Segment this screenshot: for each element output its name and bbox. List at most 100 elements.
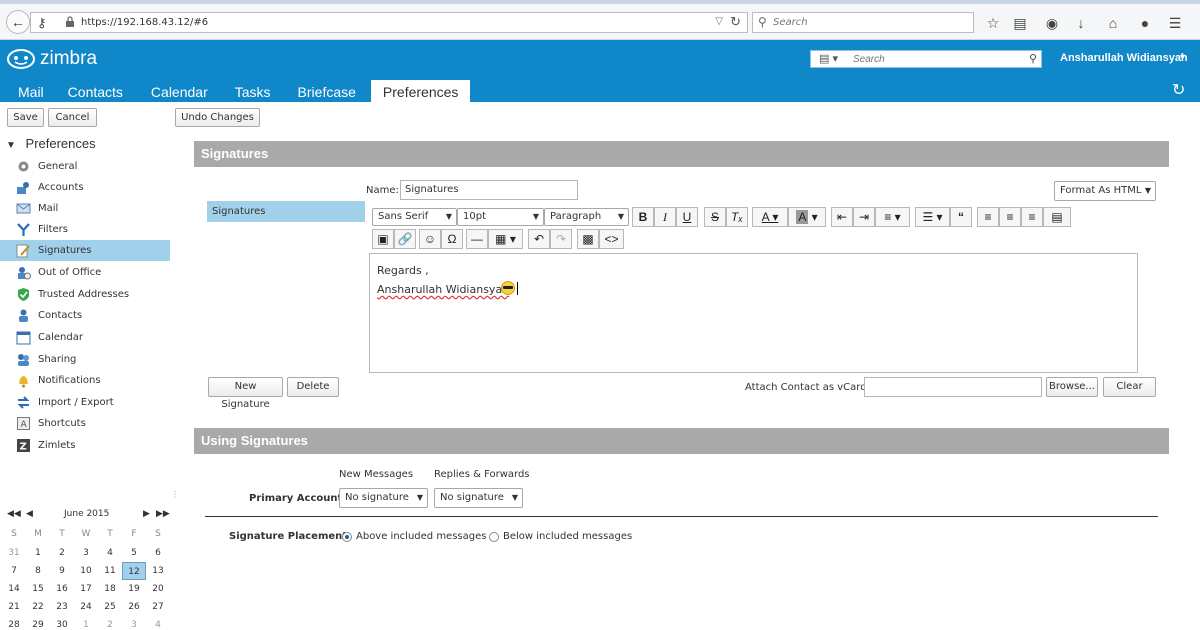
tab-calendar[interactable]: Calendar <box>135 80 220 102</box>
pocket-icon[interactable]: ◉ <box>1043 14 1061 32</box>
calendar-day[interactable]: 10 <box>74 562 98 580</box>
tab-mail[interactable]: Mail <box>0 80 56 102</box>
url-dropdown-icon[interactable]: ▽ <box>715 16 723 27</box>
redo-icon[interactable]: ↷ <box>550 229 572 249</box>
new-messages-signature-select[interactable]: No signature ▼ <box>339 488 428 508</box>
calendar-day[interactable]: 5 <box>122 544 146 562</box>
calendar-day[interactable]: 19 <box>122 580 146 598</box>
source-code-icon[interactable]: <> <box>599 229 624 249</box>
calendar-day[interactable]: 8 <box>26 562 50 580</box>
calendar-day[interactable]: 24 <box>74 598 98 616</box>
vcard-input[interactable] <box>864 377 1042 397</box>
link-icon[interactable]: 🔗 <box>394 229 416 249</box>
chat-icon[interactable]: ● <box>1136 14 1154 32</box>
below-label[interactable]: Below included messages <box>503 531 632 542</box>
new-signature-button[interactable]: New Signature <box>208 377 283 410</box>
calendar-day[interactable]: 4 <box>146 616 170 630</box>
undo-icon[interactable]: ↶ <box>528 229 550 249</box>
sidebar-item-contacts[interactable]: Contacts <box>0 305 170 326</box>
bold-icon[interactable]: B <box>632 207 654 227</box>
back-icon[interactable]: ← <box>6 10 30 34</box>
calendar-day[interactable]: 14 <box>2 580 26 598</box>
calendar-day[interactable]: 26 <box>122 598 146 616</box>
format-select[interactable]: Format As HTML ▼ <box>1054 181 1156 201</box>
font-size-select[interactable]: 10pt ▼ <box>457 208 544 226</box>
undo-changes-button[interactable]: Undo Changes <box>175 108 260 127</box>
browser-search-box[interactable]: ⚲ <box>752 12 974 33</box>
signature-name-input[interactable]: Signatures <box>400 180 578 200</box>
sidebar-item-trusted-addresses[interactable]: Trusted Addresses <box>0 284 170 305</box>
search-type-select-icon[interactable]: ▤ ▾ <box>819 52 838 65</box>
bookmark-star-icon[interactable]: ☆ <box>984 14 1002 32</box>
tab-tasks[interactable]: Tasks <box>220 80 283 102</box>
indent-icon[interactable]: ⇥ <box>853 207 875 227</box>
align-left-icon[interactable]: ≡ <box>977 207 999 227</box>
text-color-icon[interactable]: A ▾ <box>752 207 788 227</box>
background-color-icon[interactable]: A ▾ <box>788 207 826 227</box>
app-search-input[interactable] <box>853 53 1023 66</box>
italic-icon[interactable]: I <box>654 207 676 227</box>
signature-list-item[interactable]: Signatures <box>207 201 365 222</box>
sidebar-header[interactable]: ▼ Preferences <box>6 136 96 151</box>
calendar-day[interactable]: 28 <box>2 616 26 630</box>
prev-month-icon[interactable]: ◀ <box>26 509 33 519</box>
calendar-day[interactable]: 13 <box>146 562 170 580</box>
sidebar-item-general[interactable]: General <box>0 156 170 177</box>
align-right-icon[interactable]: ≡ <box>1021 207 1043 227</box>
calendar-day[interactable]: 3 <box>122 616 146 630</box>
calendar-day[interactable]: 1 <box>26 544 50 562</box>
calendar-day[interactable]: 30 <box>50 616 74 630</box>
sidebar-item-filters[interactable]: Filters <box>0 219 170 240</box>
paste-icon[interactable]: ▩ <box>577 229 599 249</box>
app-search-box[interactable]: ▤ ▾ ⚲ <box>810 50 1042 68</box>
emoticon-icon[interactable]: ☺ <box>419 229 441 249</box>
calendar-day[interactable]: 16 <box>50 580 74 598</box>
user-menu[interactable]: Ansharullah Widiansyah <box>1060 52 1188 64</box>
url-bar[interactable]: ⚷ https://192.168.43.12/#6 ▽ ↻ <box>30 12 748 33</box>
font-family-select[interactable]: Sans Serif ▼ <box>372 208 457 226</box>
underline-icon[interactable]: U <box>676 207 698 227</box>
align-justify-icon[interactable]: ▤ <box>1043 207 1071 227</box>
tab-preferences[interactable]: Preferences <box>370 80 471 102</box>
browser-search-input[interactable] <box>773 15 963 30</box>
calendar-day[interactable]: 23 <box>50 598 74 616</box>
calendar-day[interactable]: 21 <box>2 598 26 616</box>
sidebar-item-accounts[interactable]: Accounts <box>0 177 170 198</box>
chevron-down-icon[interactable]: ▾ <box>1180 52 1185 63</box>
calendar-day[interactable]: 11 <box>98 562 122 580</box>
sidebar-item-sharing[interactable]: Sharing <box>0 349 170 370</box>
next-year-icon[interactable]: ▶▶ <box>156 509 170 519</box>
browse-button[interactable]: Browse... <box>1046 377 1098 397</box>
outdent-icon[interactable]: ⇤ <box>831 207 853 227</box>
home-icon[interactable]: ⌂ <box>1104 14 1122 32</box>
sidebar-item-zimlets[interactable]: Z Zimlets <box>0 435 170 456</box>
insert-image-icon[interactable]: ▣ <box>372 229 394 249</box>
tab-contacts[interactable]: Contacts <box>56 80 135 102</box>
above-label[interactable]: Above included messages <box>356 531 486 542</box>
horizontal-rule-icon[interactable]: — <box>466 229 488 249</box>
blockquote-icon[interactable]: “ <box>950 207 972 227</box>
zimbra-logo[interactable]: zimbra <box>6 48 97 70</box>
refresh-icon[interactable]: ↻ <box>1172 80 1185 100</box>
clear-button[interactable]: Clear <box>1103 377 1156 397</box>
reload-icon[interactable]: ↻ <box>730 14 741 30</box>
block-format-select[interactable]: Paragraph ▼ <box>544 208 629 226</box>
menu-icon[interactable]: ☰ <box>1166 14 1184 32</box>
cancel-button[interactable]: Cancel <box>48 108 97 127</box>
sidebar-item-signatures[interactable]: Signatures <box>0 240 170 261</box>
signature-editor[interactable]: Regards , Ansharullah Widiansyah <box>369 253 1138 373</box>
sidebar-item-notifications[interactable]: Notifications <box>0 370 170 391</box>
save-button[interactable]: Save <box>7 108 44 127</box>
calendar-day[interactable]: 1 <box>74 616 98 630</box>
download-icon[interactable]: ↓ <box>1072 14 1090 32</box>
above-radio[interactable] <box>342 532 352 542</box>
calendar-day[interactable]: 29 <box>26 616 50 630</box>
calendar-day[interactable]: 3 <box>74 544 98 562</box>
delete-button[interactable]: Delete <box>287 377 339 397</box>
calendar-day[interactable]: 20 <box>146 580 170 598</box>
below-radio[interactable] <box>489 532 499 542</box>
calendar-day[interactable]: 25 <box>98 598 122 616</box>
calendar-day[interactable]: 22 <box>26 598 50 616</box>
calendar-day[interactable]: 18 <box>98 580 122 598</box>
calendar-day[interactable]: 2 <box>50 544 74 562</box>
